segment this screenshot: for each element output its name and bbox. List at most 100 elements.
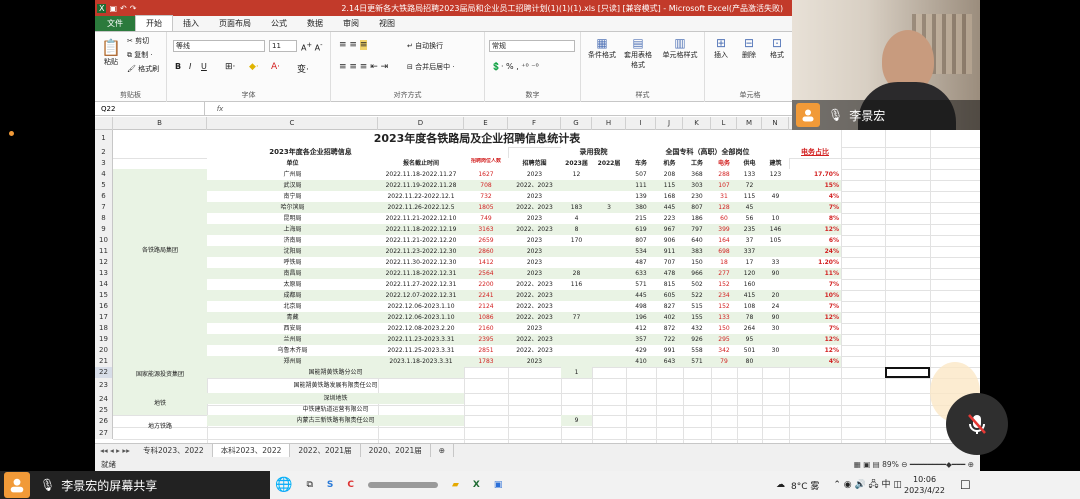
chewu-cell[interactable]: 139 bbox=[626, 191, 656, 202]
sheet-title[interactable]: 2023年度各铁路局及企业招聘信息统计表 bbox=[113, 130, 841, 147]
jianzhu-cell[interactable]: 10 bbox=[762, 213, 789, 224]
font-size-select[interactable]: 11 bbox=[269, 40, 297, 52]
row-header-22[interactable]: 22 bbox=[95, 367, 113, 378]
gongdian-cell[interactable]: 108 bbox=[737, 301, 762, 312]
chewu-cell[interactable]: 412 bbox=[626, 323, 656, 334]
jiwu-cell[interactable]: 208 bbox=[656, 169, 683, 180]
unit-cell[interactable]: 南宁局 bbox=[207, 191, 378, 202]
unit-shenzhen-metro[interactable]: 深圳地铁 bbox=[207, 393, 464, 404]
jianzhu-cell[interactable] bbox=[762, 356, 789, 367]
dianwu-cell[interactable]: 152 bbox=[711, 279, 737, 290]
align-left-icon[interactable]: ≡ ≡ ≡ ⇤ ⇥ bbox=[339, 62, 388, 72]
dianwu-cell[interactable]: 277 bbox=[711, 268, 737, 279]
taskview-icon[interactable]: ⧉ bbox=[306, 480, 312, 490]
row-header-8[interactable]: 8 bbox=[95, 213, 113, 224]
jianzhu-cell[interactable]: 123 bbox=[762, 169, 789, 180]
jianzhu-cell[interactable] bbox=[762, 246, 789, 257]
gongwu-cell[interactable]: 230 bbox=[683, 191, 711, 202]
row-header-16[interactable]: 16 bbox=[95, 301, 113, 312]
recruit-count-cell[interactable]: 2124 bbox=[464, 301, 508, 312]
deadline-cell[interactable]: 2022.11.23-2023.3.31 bbox=[378, 334, 464, 345]
mute-microphone-button[interactable] bbox=[946, 393, 1008, 455]
column-header-d[interactable]: D bbox=[378, 117, 464, 130]
hired-2023-cell[interactable] bbox=[561, 180, 592, 191]
format-painter-button[interactable]: 🖌 格式刷 bbox=[127, 64, 159, 74]
hired-2022-cell[interactable] bbox=[592, 334, 626, 345]
dianwu-cell[interactable]: 79 bbox=[711, 356, 737, 367]
unit-cell[interactable]: 北京局 bbox=[207, 301, 378, 312]
dianwu-ratio-cell[interactable]: 4% bbox=[789, 191, 841, 202]
dianwu-ratio-cell[interactable]: 7% bbox=[789, 323, 841, 334]
row-header-18[interactable]: 18 bbox=[95, 323, 113, 334]
row-header-5[interactable]: 5 bbox=[95, 180, 113, 191]
unit-shuohuang-dev[interactable]: 国能朔黄铁路发展有限责任公司 bbox=[207, 378, 464, 393]
hired-2022-cell[interactable] bbox=[592, 224, 626, 235]
jiwu-cell[interactable]: 967 bbox=[656, 224, 683, 235]
tab-data[interactable]: 数据 bbox=[297, 16, 333, 31]
tab-page-layout[interactable]: 页面布局 bbox=[209, 16, 261, 31]
row-header-1[interactable]: 1 bbox=[95, 130, 113, 147]
unit-cell[interactable]: 兰州局 bbox=[207, 334, 378, 345]
chewu-cell[interactable]: 571 bbox=[626, 279, 656, 290]
video-task-icon[interactable]: ▣ bbox=[494, 480, 503, 490]
underline-button[interactable]: U bbox=[201, 62, 207, 71]
col-heading-1[interactable]: 报名截止时间 bbox=[378, 158, 464, 169]
deadline-cell[interactable]: 2022.11.18-2022.12.19 bbox=[378, 224, 464, 235]
font-color-icon[interactable]: A· bbox=[271, 62, 280, 72]
range-cell[interactable]: 2022、2023 bbox=[508, 180, 561, 191]
dianwu-ratio-cell[interactable]: 12% bbox=[789, 224, 841, 235]
jiwu-cell[interactable]: 827 bbox=[656, 301, 683, 312]
hired-2023-cell[interactable]: 8 bbox=[561, 224, 592, 235]
col-heading-10[interactable]: 供电 bbox=[737, 158, 762, 169]
selected-cell-q22[interactable] bbox=[885, 367, 930, 378]
hired-2022-cell[interactable] bbox=[592, 323, 626, 334]
jianzhu-cell[interactable]: 30 bbox=[762, 323, 789, 334]
cell-styles-button[interactable]: ▥ 单元格样式 bbox=[659, 36, 701, 60]
column-header-l[interactable]: L bbox=[711, 117, 737, 130]
clock[interactable]: 10:06 2023/4/22 bbox=[904, 474, 945, 496]
jiwu-cell[interactable]: 402 bbox=[656, 312, 683, 323]
gongwu-cell[interactable]: 515 bbox=[683, 301, 711, 312]
dianwu-cell[interactable]: 60 bbox=[711, 213, 737, 224]
chewu-cell[interactable]: 807 bbox=[626, 235, 656, 246]
gongdian-cell[interactable]: 56 bbox=[737, 213, 762, 224]
undo-icon[interactable]: ↶ bbox=[120, 4, 127, 13]
tab-view[interactable]: 视图 bbox=[369, 16, 405, 31]
tab-formulas[interactable]: 公式 bbox=[261, 16, 297, 31]
copy-button[interactable]: ⧉ 复制 · bbox=[127, 50, 153, 60]
deadline-cell[interactable]: 2022.11.18-2022.12.31 bbox=[378, 268, 464, 279]
group-national-energy[interactable]: 国家能源投资集团 bbox=[113, 367, 207, 393]
dianwu-ratio-cell[interactable]: 10% bbox=[789, 290, 841, 301]
deadline-cell[interactable]: 2022.11.18-2022.11.27 bbox=[378, 169, 464, 180]
jiwu-cell[interactable]: 911 bbox=[656, 246, 683, 257]
range-cell[interactable]: 2023 bbox=[508, 191, 561, 202]
deadline-cell[interactable]: 2023.1.18-2023.3.31 bbox=[378, 356, 464, 367]
dianwu-cell[interactable]: 399 bbox=[711, 224, 737, 235]
recruit-count-cell[interactable]: 1627 bbox=[464, 169, 508, 180]
grow-font-button[interactable]: A+ A- bbox=[301, 41, 322, 53]
recruit-count-cell[interactable]: 1412 bbox=[464, 257, 508, 268]
row-header-6[interactable]: 6 bbox=[95, 191, 113, 202]
tab-insert[interactable]: 插入 bbox=[173, 16, 209, 31]
tab-home[interactable]: 开始 bbox=[135, 15, 173, 31]
gongdian-cell[interactable]: 45 bbox=[737, 202, 762, 213]
dianwu-ratio-cell[interactable]: 1.20% bbox=[789, 257, 841, 268]
column-header-e[interactable]: E bbox=[464, 117, 508, 130]
jiwu-cell[interactable]: 445 bbox=[656, 202, 683, 213]
chewu-cell[interactable]: 507 bbox=[626, 169, 656, 180]
col-heading-9[interactable]: 电务 bbox=[711, 158, 737, 169]
chewu-cell[interactable]: 380 bbox=[626, 202, 656, 213]
unit-cell[interactable]: 成都局 bbox=[207, 290, 378, 301]
recruit-count-cell[interactable]: 1086 bbox=[464, 312, 508, 323]
dianwu-cell[interactable]: 698 bbox=[711, 246, 737, 257]
phonetic-icon[interactable]: 变· bbox=[297, 62, 309, 75]
border-icon[interactable]: ⊞· bbox=[225, 62, 235, 72]
column-header-m[interactable]: M bbox=[737, 117, 762, 130]
gongwu-cell[interactable]: 155 bbox=[683, 312, 711, 323]
sheet-tab-4[interactable]: 2020、2021届 bbox=[361, 443, 431, 458]
range-cell[interactable]: 2022、2023 bbox=[508, 224, 561, 235]
gongwu-cell[interactable]: 432 bbox=[683, 323, 711, 334]
hired-2023-cell[interactable]: 170 bbox=[561, 235, 592, 246]
merge-center-button[interactable]: ⊟ 合并后居中 · bbox=[407, 62, 455, 72]
cut-button[interactable]: ✂ 剪切 bbox=[127, 36, 149, 46]
